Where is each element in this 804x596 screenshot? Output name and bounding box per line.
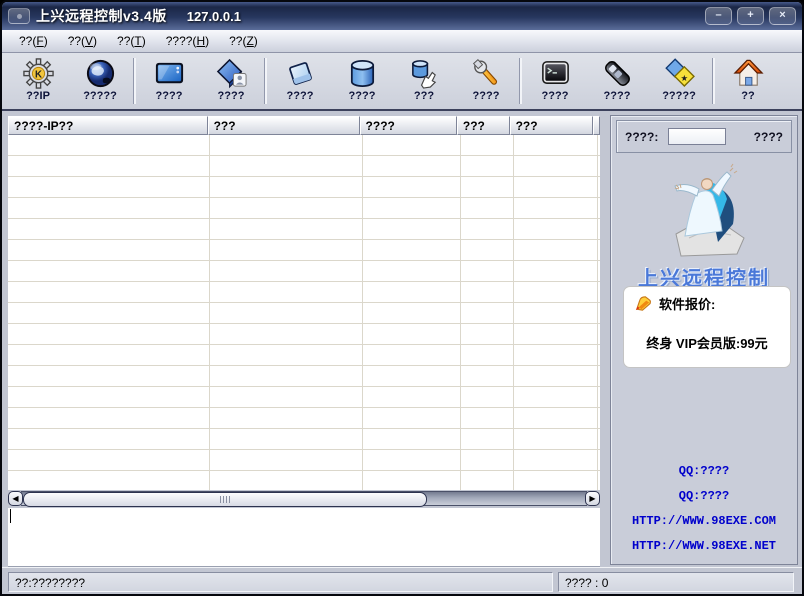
menu-item-tools[interactable]: ??(T): [107, 31, 156, 52]
price-value: 终身 VIP会员版:99元: [633, 333, 781, 352]
database-hand-icon: [408, 57, 441, 90]
main-area: ????-IP?? ??? ???? ??? ??? ◀: [2, 111, 802, 567]
toolbar-label: ????: [604, 90, 631, 102]
grid-line: [362, 135, 363, 490]
titlebar: 上兴远程控制v3.4版 127.0.0.1 – + ×: [2, 2, 802, 30]
links-block: QQ:???? QQ:???? HTTP://WWW.98EXE.COM HTT…: [611, 464, 797, 564]
wrench-icon: [470, 57, 503, 90]
svg-text:★: ★: [680, 73, 688, 83]
monitor-icon: [153, 57, 186, 90]
column-header-3[interactable]: ????: [360, 116, 457, 135]
toolbar-separator: [519, 58, 522, 104]
toolbar-button-config-ip[interactable]: K ??IP: [7, 55, 69, 107]
grid-line: [209, 135, 210, 490]
status-bar: ??:???????? ???? : 0: [2, 567, 802, 596]
text-caret: [10, 509, 11, 523]
toolbar-button-grab[interactable]: ???: [393, 55, 455, 107]
port-settings-box: ????: ????: [616, 120, 792, 153]
scrollbar-track[interactable]: [21, 491, 587, 506]
status-count: ???? : 0: [558, 572, 794, 592]
remote-icon: [601, 57, 634, 90]
connection-list[interactable]: [8, 135, 600, 490]
minimize-button[interactable]: –: [705, 7, 732, 25]
port-input[interactable]: [668, 128, 726, 145]
diamonds-star-icon: ★: [663, 57, 696, 90]
user-diamond-icon: [215, 57, 248, 90]
toolbar-label: ????: [218, 90, 245, 102]
scroll-left-arrow[interactable]: ◀: [8, 491, 23, 506]
horizontal-scrollbar[interactable]: ◀ ▶: [8, 491, 600, 506]
toolbar-button-user-session[interactable]: ????: [200, 55, 262, 107]
grid-line: [460, 135, 461, 490]
table-header: ????-IP?? ??? ???? ??? ???: [8, 116, 600, 135]
close-button[interactable]: ×: [769, 7, 796, 25]
toolbar-separator: [264, 58, 267, 104]
left-pane: ????-IP?? ??? ???? ??? ??? ◀: [2, 111, 602, 567]
toolbar-button-notes[interactable]: ????: [269, 55, 331, 107]
toolbar-label: ??: [741, 90, 754, 102]
toolbar-label: ????: [473, 90, 500, 102]
column-header-4[interactable]: ???: [457, 116, 510, 135]
gear-k-icon: K: [22, 57, 55, 90]
toolbar-label: ????: [156, 90, 183, 102]
note-icon: [284, 57, 317, 90]
column-header-2[interactable]: ???: [208, 116, 360, 135]
svg-text:K: K: [35, 69, 42, 80]
price-box: 软件报价: 终身 VIP会员版:99元: [623, 286, 791, 368]
grid-line: [597, 135, 598, 490]
toolbar-button-home[interactable]: ??: [717, 55, 779, 107]
bell-icon: [633, 294, 652, 313]
toolbar: K ??IP ????? ????: [2, 53, 802, 111]
scrollbar-thumb[interactable]: [23, 492, 427, 507]
toolbar-label: ???: [414, 90, 434, 102]
right-pane: ????: ???? 上兴远程控制: [602, 111, 802, 567]
toolbar-button-terminal[interactable]: ????: [524, 55, 586, 107]
website-link-com[interactable]: HTTP://WWW.98EXE.COM: [611, 514, 797, 528]
toolbar-label: ??IP: [26, 90, 50, 102]
side-panel: ????: ???? 上兴远程控制: [610, 115, 798, 565]
menu-item-view[interactable]: ??(V): [58, 31, 107, 52]
globe-icon: [84, 57, 117, 90]
grid-line: [513, 135, 514, 490]
toolbar-separator: [133, 58, 136, 104]
toolbar-label: ?????: [83, 90, 117, 102]
menu-item-file[interactable]: ??(F): [9, 31, 58, 52]
qq-link-2[interactable]: QQ:????: [611, 489, 797, 503]
system-menu-icon[interactable]: [8, 8, 30, 24]
toolbar-button-settings[interactable]: ????: [455, 55, 517, 107]
app-window: 上兴远程控制v3.4版 127.0.0.1 – + × ??(F) ??(V) …: [0, 0, 804, 596]
website-link-net[interactable]: HTTP://WWW.98EXE.NET: [611, 539, 797, 553]
column-header-filler: [593, 116, 600, 135]
status-message: ??:????????: [8, 572, 553, 592]
toolbar-button-screen[interactable]: ????: [138, 55, 200, 107]
column-header-host-ip[interactable]: ????-IP??: [8, 116, 208, 135]
toolbar-button-network[interactable]: ?????: [69, 55, 131, 107]
port-label: ????:: [625, 130, 658, 144]
toolbar-label: ????: [542, 90, 569, 102]
column-header-5[interactable]: ???: [510, 116, 593, 135]
database-icon: [346, 57, 379, 90]
toolbar-label: ????: [287, 90, 314, 102]
qq-link-1[interactable]: QQ:????: [611, 464, 797, 478]
toolbar-button-remote[interactable]: ????: [586, 55, 648, 107]
menu-bar: ??(F) ??(V) ??(T) ????(H) ??(Z): [2, 30, 802, 53]
menu-item-help[interactable]: ????(H): [156, 31, 219, 52]
toolbar-button-database[interactable]: ????: [331, 55, 393, 107]
window-address: 127.0.0.1: [187, 9, 241, 24]
toolbar-label: ????: [349, 90, 376, 102]
window-title: 上兴远程控制v3.4版: [36, 6, 167, 26]
home-icon: [732, 57, 765, 90]
toolbar-label: ?????: [662, 90, 696, 102]
toolbar-separator: [712, 58, 715, 104]
price-box-title: 软件报价:: [659, 294, 715, 313]
port-action-label[interactable]: ????: [754, 130, 783, 144]
scroll-right-arrow[interactable]: ▶: [585, 491, 600, 506]
toolbar-button-plugins[interactable]: ★ ?????: [648, 55, 710, 107]
log-area[interactable]: [8, 508, 600, 567]
menu-item-about[interactable]: ??(Z): [219, 31, 268, 52]
terminal-icon: [539, 57, 572, 90]
logo-figure: [634, 154, 774, 258]
maximize-button[interactable]: +: [737, 7, 764, 25]
